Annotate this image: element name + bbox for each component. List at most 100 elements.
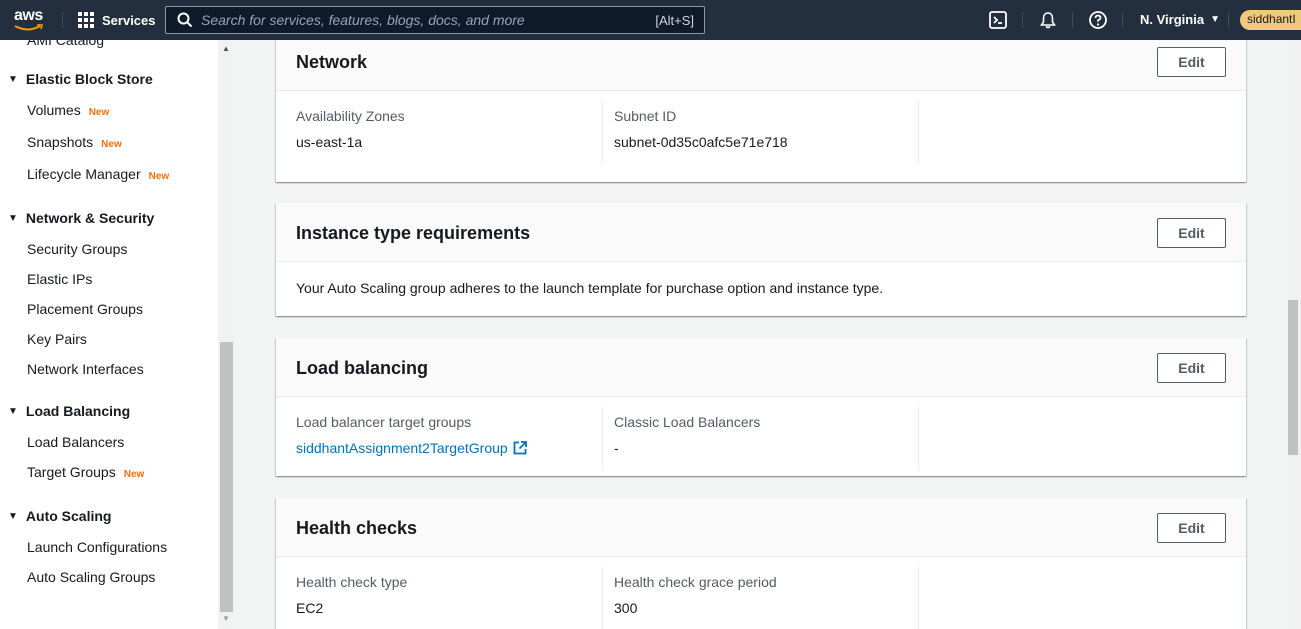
field-value: 300 bbox=[614, 600, 638, 616]
sidebar-item-auto-scaling-groups[interactable]: Auto Scaling Groups bbox=[27, 569, 155, 585]
section-label: Elastic Block Store bbox=[25, 71, 153, 87]
help-icon[interactable] bbox=[1088, 10, 1108, 30]
item-label: Launch Configurations bbox=[27, 539, 168, 555]
health-check-grace-period-field: Health check grace period 300 bbox=[602, 567, 918, 629]
services-label: Services bbox=[102, 12, 156, 28]
search-input[interactable] bbox=[201, 12, 656, 28]
target-group-link[interactable]: siddhantAssignment2TargetGroup bbox=[296, 440, 527, 456]
search-shortcut: [Alt+S] bbox=[655, 12, 694, 28]
region-selector[interactable]: N. Virginia ▼ bbox=[1140, 12, 1220, 27]
nav-divider bbox=[1072, 12, 1073, 28]
caret-down-icon: ▼ bbox=[8, 212, 18, 224]
load-balancing-edit-button[interactable]: Edit bbox=[1157, 353, 1226, 383]
sidebar-item-security-groups[interactable]: Security Groups bbox=[27, 241, 127, 257]
item-label: Auto Scaling Groups bbox=[27, 569, 156, 585]
sidebar-section-load-balancing[interactable]: ▼ Load Balancing bbox=[8, 403, 130, 419]
item-label: Key Pairs bbox=[27, 331, 87, 347]
caret-down-icon: ▼ bbox=[8, 73, 18, 85]
field-label: Health check grace period bbox=[614, 574, 777, 590]
aws-logo-text: aws bbox=[14, 7, 43, 24]
card-header: Network Edit bbox=[276, 40, 1246, 91]
nav-divider bbox=[1122, 12, 1123, 28]
sidebar-item-network-interfaces[interactable]: Network Interfaces bbox=[27, 361, 144, 377]
load-balancing-card: Load balancing Edit Load balancer target… bbox=[276, 338, 1246, 476]
bell-icon[interactable] bbox=[1038, 10, 1058, 30]
card-title: Instance type requirements bbox=[296, 223, 531, 243]
field-value: EC2 bbox=[296, 600, 324, 616]
field-value: subnet-0d35c0afc5e71e718 bbox=[614, 134, 788, 150]
top-navigation: aws Services [Alt+S] N. Virgin bbox=[0, 0, 1301, 40]
empty-column bbox=[918, 407, 1226, 469]
card-header: Load balancing Edit bbox=[276, 338, 1246, 397]
field-value: - bbox=[614, 440, 619, 456]
item-label: Placement Groups bbox=[27, 301, 143, 317]
instance-type-requirements-card: Instance type requirements Edit Your Aut… bbox=[276, 203, 1246, 316]
card-body: Health check type EC2 Health check grace… bbox=[276, 557, 1246, 629]
item-label: Target Groups bbox=[27, 464, 116, 480]
account-menu[interactable]: siddhantI bbox=[1240, 10, 1301, 30]
section-label: Load Balancing bbox=[25, 403, 131, 419]
classic-load-balancers-field: Classic Load Balancers - bbox=[602, 407, 918, 469]
cloudshell-icon[interactable] bbox=[988, 10, 1008, 30]
caret-down-icon: ▼ bbox=[8, 510, 18, 522]
card-title: Network bbox=[296, 52, 368, 72]
new-badge: New bbox=[88, 107, 110, 118]
subnet-id-field: Subnet ID subnet-0d35c0afc5e71e718 bbox=[602, 101, 918, 163]
sidebar-item-lifecycle-manager[interactable]: Lifecycle Manager New bbox=[27, 166, 169, 182]
sidebar-section-network-security[interactable]: ▼ Network & Security bbox=[8, 210, 154, 226]
target-group-link-text: siddhantAssignment2TargetGroup bbox=[296, 440, 508, 456]
card-body: Availability Zones us-east-1a Subnet ID … bbox=[276, 91, 1246, 173]
target-groups-field: Load balancer target groups siddhantAssi… bbox=[296, 407, 601, 469]
sidebar-section-auto-scaling[interactable]: ▼ Auto Scaling bbox=[8, 508, 111, 524]
sidebar-item-load-balancers[interactable]: Load Balancers bbox=[27, 434, 124, 450]
item-label: Load Balancers bbox=[27, 434, 125, 450]
item-label: Lifecycle Manager bbox=[27, 166, 141, 182]
empty-column bbox=[918, 101, 1226, 163]
network-card: Network Edit Availability Zones us-east-… bbox=[276, 40, 1246, 182]
card-title: Health checks bbox=[296, 518, 418, 538]
scroll-up-arrow-icon[interactable]: ▲ bbox=[222, 44, 230, 53]
scroll-down-arrow-icon[interactable]: ▼ bbox=[222, 614, 230, 623]
region-label: N. Virginia bbox=[1140, 12, 1205, 27]
caret-down-icon: ▼ bbox=[1210, 14, 1220, 25]
page-scroll-thumb[interactable] bbox=[1288, 300, 1298, 455]
search-icon bbox=[177, 12, 193, 28]
card-title: Load balancing bbox=[296, 358, 429, 378]
sidebar-scroll-thumb[interactable] bbox=[220, 342, 233, 612]
empty-column bbox=[918, 567, 1226, 629]
sidebar-item-key-pairs[interactable]: Key Pairs bbox=[27, 331, 87, 347]
main-content: Network Edit Availability Zones us-east-… bbox=[235, 40, 1285, 629]
external-link-icon bbox=[513, 441, 527, 455]
sidebar-section-elastic-block-store[interactable]: ▼ Elastic Block Store bbox=[8, 71, 153, 87]
sidebar-item-volumes[interactable]: Volumes New bbox=[27, 102, 109, 118]
network-edit-button[interactable]: Edit bbox=[1157, 47, 1226, 77]
sidebar: AMI Catalog ▼ Elastic Block Store Volume… bbox=[0, 40, 218, 629]
health-checks-card: Health checks Edit Health check type EC2… bbox=[276, 498, 1246, 629]
aws-logo[interactable]: aws bbox=[12, 7, 46, 33]
card-header: Instance type requirements Edit bbox=[276, 203, 1246, 262]
item-label: Elastic IPs bbox=[27, 271, 93, 287]
services-menu-button[interactable]: Services bbox=[78, 10, 156, 30]
page-scrollbar[interactable] bbox=[1285, 40, 1301, 629]
sidebar-item-placement-groups[interactable]: Placement Groups bbox=[27, 301, 143, 317]
instance-type-edit-button[interactable]: Edit bbox=[1157, 218, 1226, 248]
item-label: Volumes bbox=[27, 102, 81, 118]
grid-icon bbox=[78, 12, 94, 28]
card-body: Load balancer target groups siddhantAssi… bbox=[276, 397, 1246, 479]
search-bar[interactable]: [Alt+S] bbox=[165, 6, 705, 34]
sidebar-scrollbar[interactable]: ▲ ▼ bbox=[218, 40, 235, 629]
section-label: Network & Security bbox=[25, 210, 155, 226]
field-label: Availability Zones bbox=[296, 108, 405, 124]
sidebar-item-ami-catalog[interactable]: AMI Catalog bbox=[27, 40, 104, 48]
sidebar-item-target-groups[interactable]: Target Groups New bbox=[27, 464, 144, 480]
field-label: Load balancer target groups bbox=[296, 414, 472, 430]
sidebar-item-launch-configurations[interactable]: Launch Configurations bbox=[27, 539, 167, 555]
caret-down-icon: ▼ bbox=[8, 405, 18, 417]
new-badge: New bbox=[123, 469, 145, 480]
nav-divider bbox=[1228, 12, 1229, 28]
sidebar-item-snapshots[interactable]: Snapshots New bbox=[27, 134, 122, 150]
card-header: Health checks Edit bbox=[276, 498, 1246, 557]
sidebar-item-elastic-ips[interactable]: Elastic IPs bbox=[27, 271, 92, 287]
health-checks-edit-button[interactable]: Edit bbox=[1157, 513, 1226, 543]
new-badge: New bbox=[148, 171, 170, 182]
